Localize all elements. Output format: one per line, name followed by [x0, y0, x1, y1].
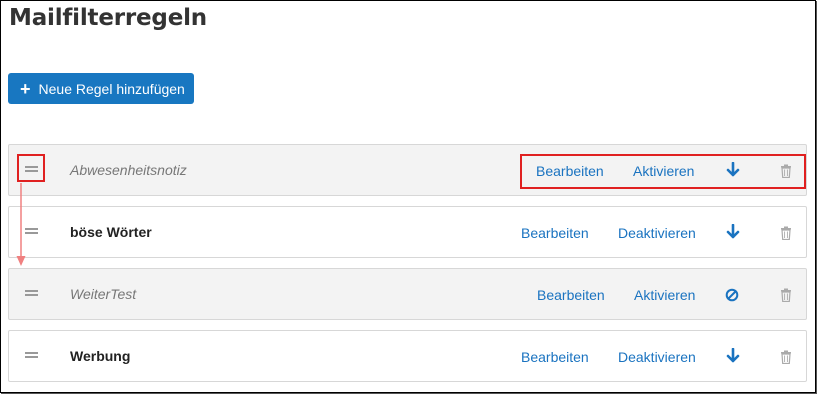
drag-arrow-annotation — [16, 183, 26, 266]
